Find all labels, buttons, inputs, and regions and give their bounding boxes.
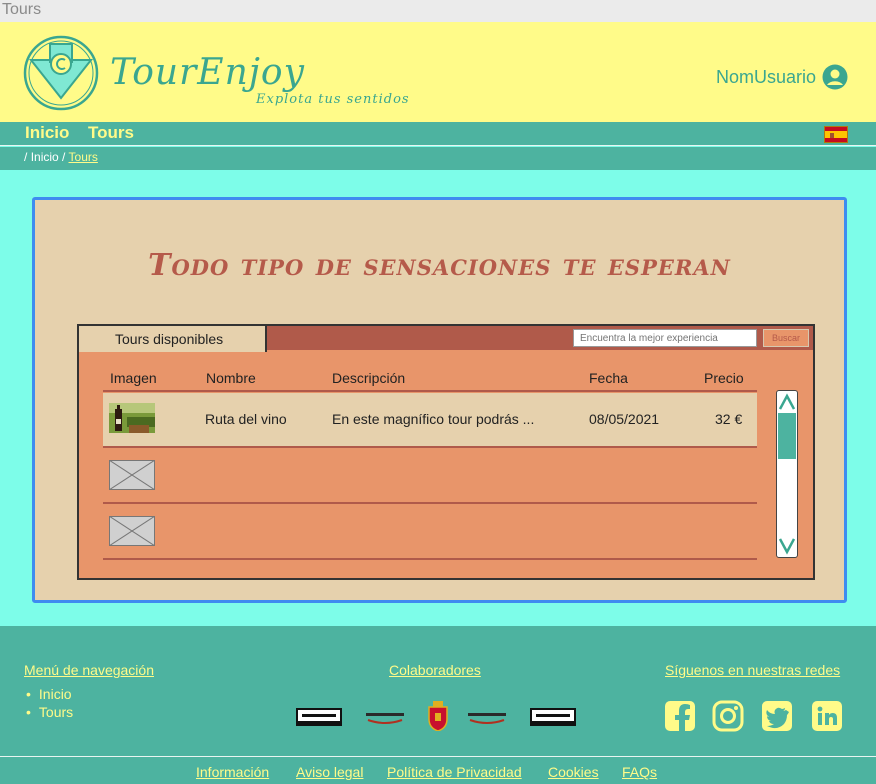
tours-table-box: Tours disponibles Buscar Imagen Nombre D… [77,324,815,580]
facebook-icon[interactable] [664,700,696,732]
window-title: Tours [2,1,42,18]
tour-date: 08/05/2021 [589,411,660,427]
footer-nav-title[interactable]: Menú de navegación [24,662,154,678]
column-header-nombre: Nombre [206,370,256,386]
tour-name[interactable]: Ruta del vino [205,411,287,427]
scrollbar-thumb[interactable] [778,413,796,459]
footer-link-tours[interactable]: Tours [26,704,73,720]
brand-name: TourEnjoy [110,52,305,93]
wine-tour-image [109,403,155,433]
collaborator-logo-puydufou[interactable] [466,706,508,728]
footer-link-faqs[interactable]: FAQs [622,764,657,780]
breadcrumb-home[interactable]: Inicio [31,150,59,164]
column-header-precio: Precio [704,370,744,386]
tour-description: En este magnífico tour podrás ... [332,411,535,427]
footer-link-inicio[interactable]: Inicio [26,686,72,702]
breadcrumb-sep: / [24,150,28,164]
logo-icon[interactable] [22,34,100,112]
main-nav: Inicio Tours [0,122,876,146]
column-header-imagen: Imagen [110,370,157,386]
nav-item-tours[interactable]: Tours [88,123,134,143]
user-name[interactable]: NomUsuario [716,67,816,88]
window-titlebar: Tours [0,0,876,22]
breadcrumb-sep: / [62,150,66,164]
table-divider [103,558,757,560]
spain-flag-icon[interactable] [824,126,848,143]
tours-panel: Todo tipo de sensaciones te esperan Tour… [32,197,847,603]
column-header-descripcion: Descripción [332,370,406,386]
footer-bottom-bar: Información Aviso legal Política de Priv… [0,756,876,784]
brand-tagline: Explota tus sentidos [256,92,410,107]
user-menu[interactable]: NomUsuario [716,64,848,90]
tour-price: 32 € [715,411,743,427]
breadcrumb: / Inicio / Tours [0,147,876,170]
tab-tours-disponibles[interactable]: Tours disponibles [77,324,267,352]
footer-link-cookies[interactable]: Cookies [548,764,599,780]
collaborator-logo-manzano[interactable] [296,706,342,728]
chevron-up-icon[interactable] [779,393,795,411]
linkedin-icon[interactable] [811,700,843,732]
footer-collab-title[interactable]: Colaboradores [389,662,481,678]
image-placeholder-icon [109,516,155,546]
footer-link-privacidad[interactable]: Política de Privacidad [387,764,522,780]
collaborator-logo-puydufou[interactable] [364,706,406,728]
breadcrumb-current[interactable]: Tours [69,150,98,164]
footer-link-informacion[interactable]: Información [196,764,269,780]
page-headline: Todo tipo de sensaciones te esperan [148,248,731,283]
instagram-icon[interactable] [712,700,744,732]
site-header: TourEnjoy Explota tus sentidos NomUsuari… [0,22,876,122]
table-divider [103,502,757,504]
column-header-fecha: Fecha [589,370,628,386]
user-account-icon[interactable] [822,64,848,90]
search-button[interactable]: Buscar [763,329,809,347]
twitter-icon[interactable] [761,700,793,732]
chevron-down-icon[interactable] [779,537,795,555]
image-placeholder-icon [109,460,155,490]
table-row[interactable]: Ruta del vino En este magnífico tour pod… [103,393,757,446]
table-divider [103,390,757,392]
footer-social-title[interactable]: Síguenos en nuestras redes [665,662,840,678]
footer-link-aviso-legal[interactable]: Aviso legal [296,764,363,780]
table-divider [103,446,757,448]
nav-item-inicio[interactable]: Inicio [25,123,69,143]
collaborator-logo-coat-of-arms[interactable] [426,700,450,732]
collaborator-logo-manzano[interactable] [530,706,576,728]
table-scrollbar[interactable] [776,390,798,558]
search-input[interactable] [573,329,757,347]
